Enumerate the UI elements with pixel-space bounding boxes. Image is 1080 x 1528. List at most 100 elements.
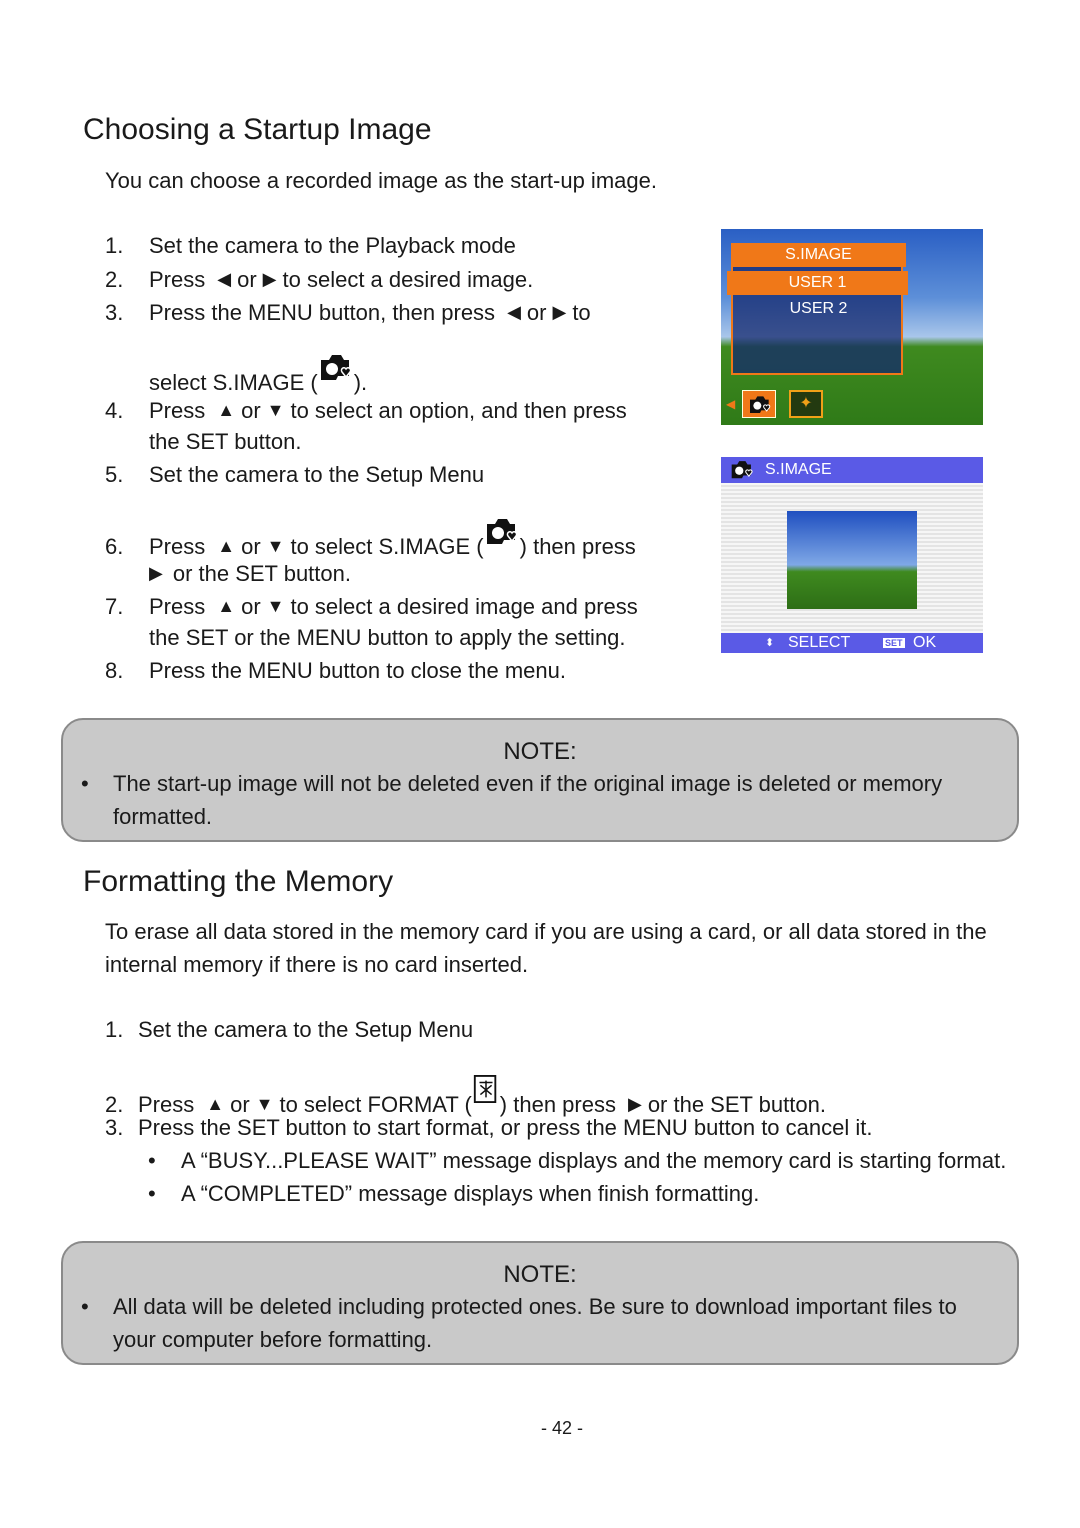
menu-item: USER 2 — [789, 300, 848, 317]
up-arrow-icon: ▲ — [206, 1094, 225, 1114]
left-arrow-icon: ◀ — [726, 397, 736, 411]
menu-title: S.IMAGE — [731, 243, 906, 267]
step-text: or — [237, 267, 257, 292]
step-number: 6. — [105, 534, 124, 559]
format-icon — [472, 1072, 500, 1106]
step-3-cont: select S.IMAGE (). — [149, 352, 367, 396]
startup-image-icon — [484, 516, 520, 548]
note-box: NOTE: • All data will be deleted includi… — [61, 1241, 1019, 1365]
screen-title: S.IMAGE — [765, 461, 832, 478]
camera-menu-screenshot: S.IMAGE USER 1 USER 2 ◀ ✦ — [721, 229, 983, 425]
screen-footer: ⬍ SELECT SET OK — [721, 633, 983, 653]
down-arrow-icon: ▼ — [255, 1094, 274, 1114]
step-5: 5. Set the camera to the Setup Menu — [105, 462, 484, 488]
step-1: 1. Set the camera to the Playback mode — [105, 233, 516, 259]
step-number: 5. — [105, 462, 124, 487]
step-number: 3. — [105, 300, 124, 325]
step-text: or — [241, 534, 261, 559]
page-number: - 42 - — [540, 1418, 583, 1438]
step-text: Set the camera to the Playback mode — [149, 233, 516, 258]
bullet-item: • A “BUSY...PLEASE WAIT” message displays… — [148, 1148, 1006, 1174]
manual-page: Choosing a Startup Image You can choose … — [0, 0, 1080, 1528]
step-number: 1. — [105, 1017, 124, 1042]
step-text: or — [241, 398, 261, 423]
step-3: 3. Press the MENU button, then press ◀ or ▶ t… — [105, 299, 591, 326]
up-arrow-icon: ▲ — [217, 400, 236, 420]
left-arrow-icon: ◀ — [507, 302, 521, 322]
set-key-icon: SET — [883, 638, 905, 648]
bullet: • — [148, 1148, 156, 1173]
bullet-text: A “COMPLETED” message displays when fini… — [181, 1181, 760, 1206]
right-arrow-icon: ▶ — [262, 269, 277, 289]
step-7-cont: the SET or the MENU button to apply the … — [149, 625, 626, 650]
right-arrow-icon: ▶ — [627, 1094, 642, 1114]
note-title: NOTE: — [503, 738, 577, 765]
step-number: 4. — [105, 398, 124, 423]
step-number: 8. — [105, 658, 124, 683]
setup-tools-icon: ✦ — [789, 390, 823, 418]
note-box: NOTE: • The start-up image will not be d… — [61, 718, 1019, 842]
step-text: or the SET button. — [647, 1092, 826, 1117]
startup-image-tab-icon — [742, 390, 776, 418]
step-text: to select a desired image and press — [290, 594, 638, 619]
note-text: All data will be deleted including prote… — [113, 1294, 957, 1319]
intro-text: internal memory if there is no card inse… — [105, 952, 529, 977]
step-text: to select an option, and then press — [290, 398, 627, 423]
right-arrow-icon: ▶ — [149, 563, 163, 583]
step-2: 2. Press ◀ or ▶ to select a desired image. — [105, 266, 533, 293]
step-6: 6. Press ▲ or ▼ to select S.IMAGE ( ) then pre… — [105, 516, 636, 560]
step-text: ). — [353, 370, 368, 395]
step-text: Press — [149, 398, 206, 423]
step-text: Press the SET button to start format, or… — [138, 1115, 873, 1140]
step-text: ) then press — [519, 534, 636, 559]
section-title: Choosing a Startup Image — [83, 113, 432, 146]
select-hint: SELECT — [788, 634, 851, 651]
image-preview — [787, 511, 917, 609]
bullet: • — [148, 1181, 156, 1206]
step-text: Set the camera to the Setup Menu — [138, 1017, 474, 1042]
step-text: to — [572, 300, 591, 325]
step-text: Press the MENU button to close the menu. — [149, 658, 566, 683]
note-title: NOTE: — [503, 1261, 577, 1288]
step-number: 2. — [105, 267, 124, 292]
down-arrow-icon: ▼ — [266, 536, 285, 556]
step-text: Press — [149, 267, 206, 292]
note-text: your computer before formatting. — [113, 1327, 433, 1352]
down-arrow-icon: ▼ — [266, 400, 285, 420]
intro-text: To erase all data stored in the memory c… — [105, 919, 987, 944]
intro-text: You can choose a recorded image as the s… — [105, 168, 657, 193]
up-arrow-icon: ▲ — [217, 596, 236, 616]
step-6-cont: ▶ or the SET button. — [149, 560, 351, 587]
step-text: or — [230, 1092, 250, 1117]
step-text: to select FORMAT ( — [279, 1092, 472, 1117]
step-text: to select a desired image. — [282, 267, 534, 292]
menu-item-selected: USER 1 — [727, 271, 908, 295]
bullet-item: • A “COMPLETED” message displays when fin… — [148, 1181, 759, 1207]
step-text: ) then press — [499, 1092, 616, 1117]
left-arrow-icon: ◀ — [217, 269, 232, 289]
step-text: Press — [138, 1092, 195, 1117]
step-7: 7. Press ▲ or ▼ to select a desired image and… — [105, 593, 638, 620]
step-number: 1. — [105, 233, 124, 258]
step-text: Press — [149, 534, 206, 559]
up-down-icon: ⬍ — [765, 637, 775, 649]
step-text: Set the camera to the Setup Menu — [149, 462, 485, 487]
startup-image-icon — [318, 352, 354, 384]
step-text: Press the MENU button, then press — [149, 300, 496, 325]
step-text: or — [526, 300, 547, 325]
up-arrow-icon: ▲ — [217, 536, 236, 556]
screen-header: S.IMAGE — [721, 457, 983, 483]
step-text: to select S.IMAGE ( — [290, 534, 484, 559]
step-number: 3. — [105, 1115, 124, 1140]
bullet: • — [81, 1294, 89, 1319]
step-8: 8. Press the MENU button to close the men… — [105, 658, 566, 684]
format-step-2: 2. Press ▲ or ▼ to select FORMAT () then pres… — [105, 1072, 826, 1118]
note-text: formatted. — [113, 804, 213, 829]
step-4: 4. Press ▲ or ▼ to select an option, and then… — [105, 397, 627, 424]
down-arrow-icon: ▼ — [266, 596, 285, 616]
bullet: • — [81, 771, 89, 796]
format-step-1: 1. Set the camera to the Setup Menu — [105, 1017, 473, 1043]
step-text: Press — [149, 594, 206, 619]
startup-image-icon — [729, 459, 755, 481]
ok-hint: OK — [913, 634, 937, 651]
